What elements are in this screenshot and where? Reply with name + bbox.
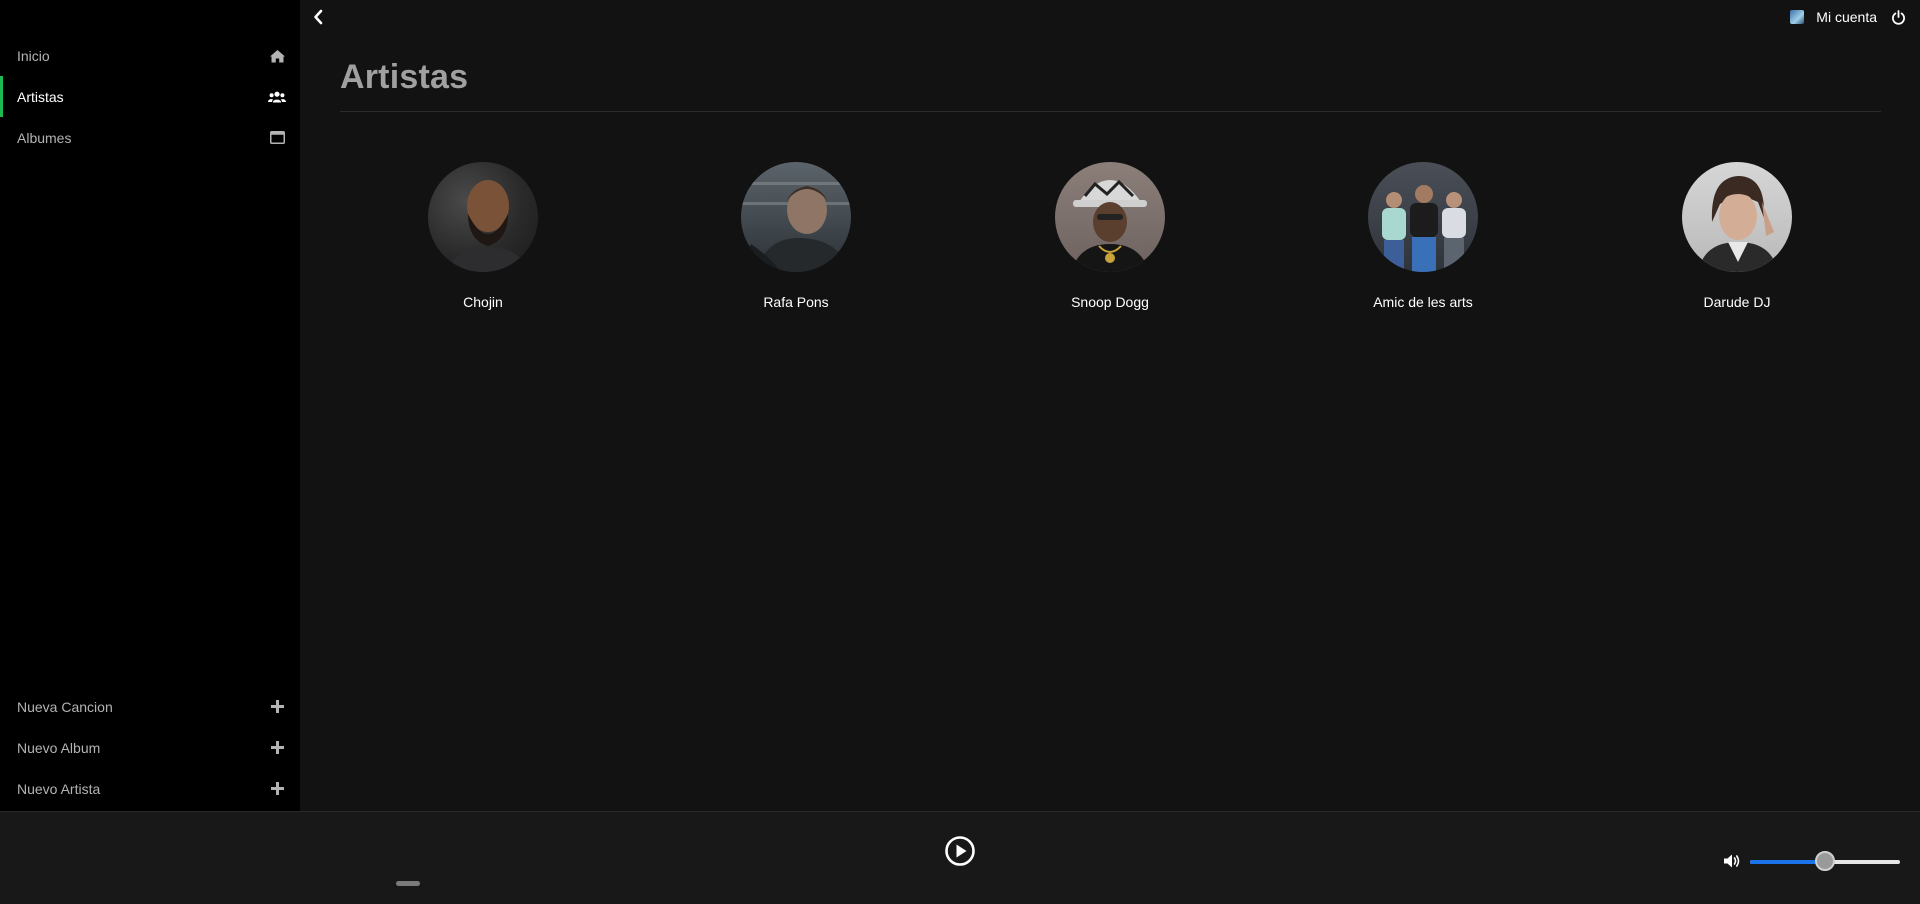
users-icon (268, 89, 286, 105)
sidebar-item-albumes[interactable]: Albumes (0, 117, 300, 158)
artist-photo (428, 162, 538, 272)
back-button[interactable] (310, 7, 326, 27)
artist-photo (1368, 162, 1478, 272)
title-divider (340, 111, 1881, 112)
plus-icon (268, 699, 286, 715)
artist-card[interactable]: Amic de les arts (1313, 162, 1533, 310)
artist-name: Darude DJ (1703, 294, 1771, 310)
progress-handle[interactable] (396, 881, 420, 886)
plus-icon (268, 740, 286, 756)
sidebar: Inicio Artistas Albumes Nueva Cancion Nu… (0, 0, 300, 811)
sidebar-item-label: Inicio (17, 47, 50, 64)
app-root: Inicio Artistas Albumes Nueva Cancion Nu… (0, 0, 1920, 904)
sidebar-item-label: Artistas (17, 88, 64, 105)
sidebar-item-label: Nueva Cancion (17, 698, 113, 715)
sidebar-item-artistas[interactable]: Artistas (0, 76, 300, 117)
artist-photo (1055, 162, 1165, 272)
play-button[interactable] (944, 835, 976, 867)
chevron-left-icon (314, 9, 323, 25)
sidebar-item-label: Nuevo Album (17, 739, 101, 756)
artist-name: Chojin (463, 294, 503, 310)
artist-name: Amic de les arts (1373, 294, 1473, 310)
artist-photo (741, 162, 851, 272)
artist-card[interactable]: Rafa Pons (686, 162, 906, 310)
sidebar-item-inicio[interactable]: Inicio (0, 35, 300, 76)
artist-card[interactable]: Darude DJ (1627, 162, 1847, 310)
sidebar-item-label: Nuevo Artista (17, 780, 101, 797)
volume-slider-thumb[interactable] (1815, 851, 1835, 871)
page-title: Artistas (340, 58, 469, 96)
sidebar-item-nueva-cancion[interactable]: Nueva Cancion (0, 686, 300, 727)
artist-photo (1682, 162, 1792, 272)
artist-grid: Chojin Rafa Pons Snoop Dogg Amic de les … (340, 162, 1881, 322)
window-icon (268, 130, 286, 146)
sidebar-item-label: Albumes (17, 129, 72, 146)
artist-name: Snoop Dogg (1071, 294, 1149, 310)
artist-card[interactable]: Snoop Dogg (1000, 162, 1220, 310)
artist-name: Rafa Pons (763, 294, 829, 310)
power-icon[interactable] (1891, 9, 1906, 25)
volume-slider-fill (1750, 860, 1825, 864)
sidebar-item-nuevo-artista[interactable]: Nuevo Artista (0, 768, 300, 809)
home-icon (268, 48, 286, 64)
plus-icon (268, 781, 286, 797)
volume-icon[interactable] (1723, 853, 1741, 869)
my-account-link[interactable]: Mi cuenta (1816, 9, 1877, 25)
sidebar-item-nuevo-album[interactable]: Nuevo Album (0, 727, 300, 768)
account-avatar[interactable] (1790, 10, 1805, 24)
account-menu: Mi cuenta (1790, 6, 1906, 28)
play-icon (945, 836, 975, 866)
player-bar (0, 811, 1920, 904)
volume-slider[interactable] (1750, 851, 1900, 871)
artist-card[interactable]: Chojin (373, 162, 593, 310)
